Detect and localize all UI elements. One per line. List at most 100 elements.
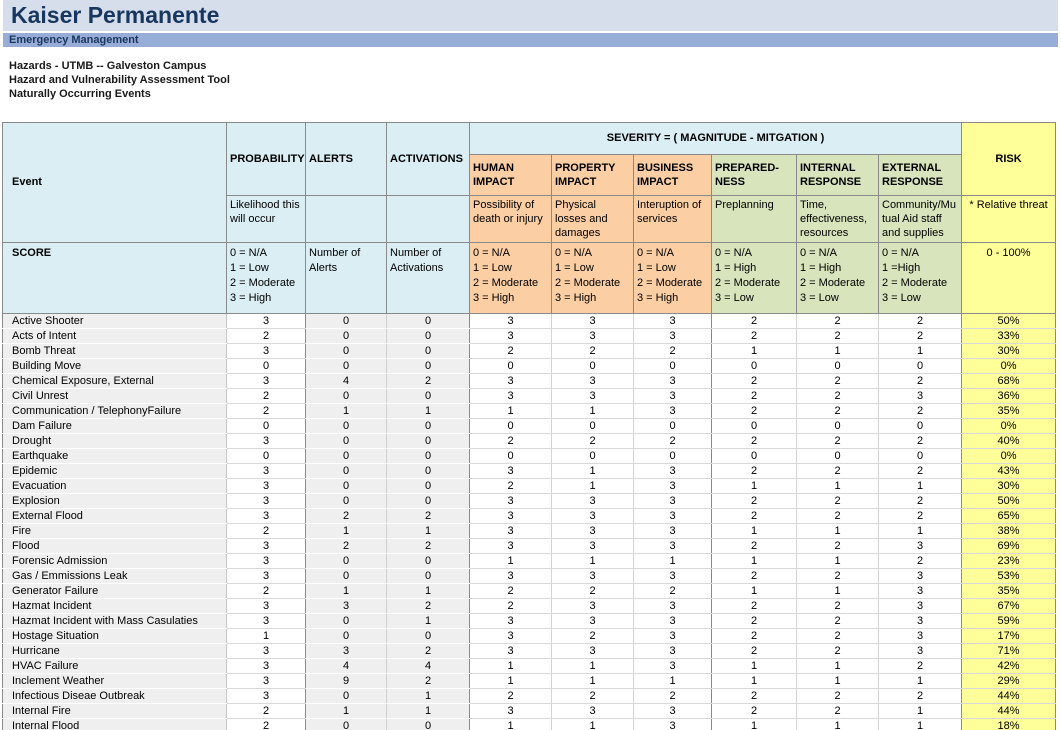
value-cell: 2 [470, 344, 552, 359]
table-row: Communication / TelephonyFailure21111322… [3, 404, 1056, 419]
value-cell: 1 [306, 584, 387, 599]
value-cell: 0 [634, 449, 712, 464]
value-cell: 0 [227, 419, 306, 434]
table-row: Fire21133311138% [3, 524, 1056, 539]
value-cell: 3 [879, 569, 962, 584]
risk-cell: 53% [962, 569, 1056, 584]
value-cell: 3 [634, 329, 712, 344]
value-cell: 2 [552, 344, 634, 359]
value-cell: 3 [634, 464, 712, 479]
table-row: External Flood32233322265% [3, 509, 1056, 524]
event-cell: Evacuation [3, 479, 227, 494]
risk-cell: 33% [962, 329, 1056, 344]
risk-cell: 65% [962, 509, 1056, 524]
event-cell: Dam Failure [3, 419, 227, 434]
value-cell: 0 [306, 344, 387, 359]
risk-cell: 17% [962, 629, 1056, 644]
value-cell: 1 [470, 554, 552, 569]
event-cell: Drought [3, 434, 227, 449]
value-cell: 0 [634, 419, 712, 434]
value-cell: 1 [712, 584, 797, 599]
value-cell: 3 [227, 374, 306, 389]
score-row-header: SCORE [3, 243, 227, 314]
value-cell: 3 [470, 509, 552, 524]
value-cell: 2 [552, 434, 634, 449]
value-cell: 1 [797, 524, 879, 539]
value-cell: 1 [712, 554, 797, 569]
report-title-line-1: Hazards - UTMB -- Galveston Campus [9, 59, 230, 73]
value-cell: 1 [552, 719, 634, 730]
risk-cell: 71% [962, 644, 1056, 659]
value-cell: 0 [387, 569, 470, 584]
value-cell: 2 [797, 389, 879, 404]
table-row: Acts of Intent20033322233% [3, 329, 1056, 344]
value-cell: 0 [387, 359, 470, 374]
value-cell: 3 [227, 554, 306, 569]
value-cell: 1 [387, 524, 470, 539]
value-cell: 2 [879, 659, 962, 674]
value-cell: 0 [306, 314, 387, 329]
table-row: Active Shooter30033322250% [3, 314, 1056, 329]
value-cell: 3 [634, 599, 712, 614]
value-cell: 3 [634, 389, 712, 404]
value-cell: 0 [306, 614, 387, 629]
value-cell: 2 [712, 614, 797, 629]
value-cell: 0 [306, 449, 387, 464]
activations-score-legend: Number of Activations [387, 243, 470, 314]
value-cell: 2 [797, 644, 879, 659]
value-cell: 1 [797, 674, 879, 689]
value-cell: 2 [712, 629, 797, 644]
value-cell: 0 [306, 464, 387, 479]
value-cell: 0 [306, 329, 387, 344]
value-cell: 0 [797, 449, 879, 464]
value-cell: 1 [879, 479, 962, 494]
value-cell: 0 [712, 359, 797, 374]
value-cell: 2 [797, 464, 879, 479]
value-cell: 2 [470, 584, 552, 599]
value-cell: 3 [634, 719, 712, 730]
value-cell: 3 [552, 614, 634, 629]
table-row: Gas / Emmissions Leak30033322353% [3, 569, 1056, 584]
value-cell: 1 [470, 719, 552, 730]
value-cell: 3 [634, 659, 712, 674]
event-cell: Hazmat Incident [3, 599, 227, 614]
value-cell: 3 [470, 614, 552, 629]
value-cell: 0 [387, 719, 470, 730]
value-cell: 0 [387, 479, 470, 494]
value-cell: 3 [552, 569, 634, 584]
value-cell: 0 [306, 719, 387, 730]
table-row: Earthquake0000000000% [3, 449, 1056, 464]
value-cell: 1 [797, 584, 879, 599]
value-cell: 3 [634, 374, 712, 389]
value-cell: 2 [552, 584, 634, 599]
event-column-header: Event [3, 123, 227, 243]
value-cell: 1 [879, 344, 962, 359]
value-cell: 1 [470, 659, 552, 674]
value-cell: 3 [227, 344, 306, 359]
value-cell: 0 [306, 629, 387, 644]
value-cell: 3 [552, 524, 634, 539]
table-row: Hazmat Incident with Mass Casulaties3013… [3, 614, 1056, 629]
value-cell: 1 [712, 479, 797, 494]
value-cell: 3 [879, 644, 962, 659]
value-cell: 3 [552, 314, 634, 329]
risk-cell: 23% [962, 554, 1056, 569]
preparedness-column-header: PREPARED-NESS [712, 155, 797, 196]
table-row: Bomb Threat30022211130% [3, 344, 1056, 359]
value-cell: 0 [387, 314, 470, 329]
event-cell: Internal Flood [3, 719, 227, 730]
external-response-column-header: EXTERNAL RESPONSE [879, 155, 962, 196]
value-cell: 0 [470, 359, 552, 374]
value-cell: 2 [712, 569, 797, 584]
value-cell: 3 [227, 479, 306, 494]
value-cell: 2 [227, 524, 306, 539]
external-response-description: Community/Mutual Aid staff and supplies [879, 196, 962, 243]
value-cell: 1 [879, 719, 962, 730]
value-cell: 0 [879, 419, 962, 434]
value-cell: 3 [470, 629, 552, 644]
value-cell: 2 [797, 569, 879, 584]
value-cell: 1 [552, 554, 634, 569]
value-cell: 1 [712, 524, 797, 539]
risk-cell: 59% [962, 614, 1056, 629]
value-cell: 2 [879, 554, 962, 569]
